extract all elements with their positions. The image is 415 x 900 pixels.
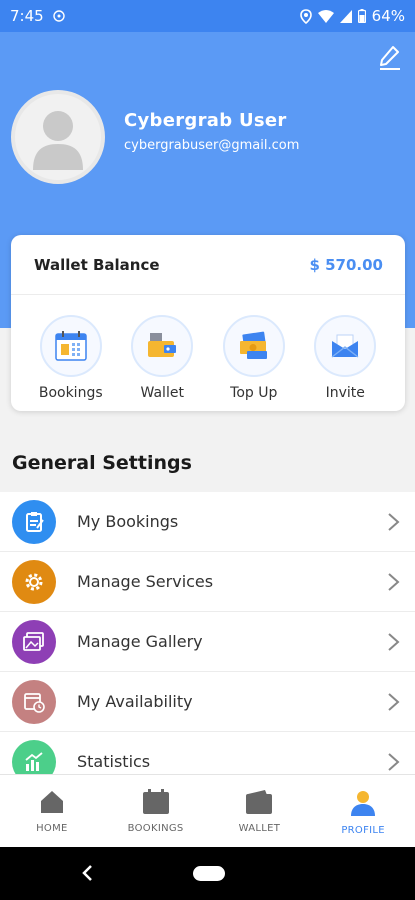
quick-actions: Bookings Wallet Top Up Invite — [11, 295, 405, 401]
chevron-right-icon — [388, 572, 400, 591]
settings-item-label: Manage Services — [77, 572, 214, 591]
settings-item-label: Manage Gallery — [77, 632, 203, 651]
wallet-icon — [246, 790, 273, 814]
battery-level: 64% — [371, 7, 405, 25]
chevron-right-icon — [388, 632, 400, 651]
edit-profile-button[interactable] — [375, 44, 405, 74]
wifi-icon — [317, 9, 334, 23]
pencil-icon — [378, 44, 402, 74]
calendar-clock-icon — [12, 679, 56, 724]
chevron-right-icon — [388, 752, 400, 771]
bottom-nav: HOME BOOKINGS WALLET PROFILE — [0, 774, 415, 847]
settings-item-label: My Bookings — [77, 512, 179, 531]
signal-icon — [339, 9, 352, 23]
settings-item-statistics[interactable]: Statistics — [0, 732, 415, 774]
chevron-right-icon — [388, 512, 400, 531]
money-icon — [222, 315, 285, 377]
avatar[interactable] — [11, 90, 105, 184]
settings-item-my-bookings[interactable]: My Bookings — [0, 492, 415, 552]
settings-item-my-availability[interactable]: My Availability — [0, 672, 415, 732]
settings-list: My Bookings Manage Services Manage Galle… — [0, 492, 415, 774]
nav-label: WALLET — [238, 823, 281, 834]
quick-action-label: Bookings — [38, 385, 103, 401]
user-silhouette-icon — [33, 111, 83, 170]
chart-icon — [12, 739, 56, 774]
nav-item-bookings[interactable]: BOOKINGS — [104, 775, 208, 847]
calendar-icon — [39, 315, 102, 377]
status-bar: 7:45 64% — [0, 0, 415, 32]
bookings-icon — [142, 789, 169, 814]
user-name: Cybergrab User — [124, 110, 287, 131]
status-time: 7:45 — [10, 7, 44, 25]
quick-action-label: Top Up — [230, 385, 278, 401]
sync-icon — [52, 10, 66, 22]
wallet-balance-label: Wallet Balance — [34, 255, 160, 274]
nav-label: HOME — [36, 823, 68, 834]
quick-action-label: Wallet — [140, 385, 184, 401]
quick-action-bookings[interactable]: Bookings — [25, 315, 117, 401]
nav-label: PROFILE — [341, 825, 385, 836]
system-nav-bar — [0, 847, 415, 900]
quick-action-label: Invite — [325, 385, 365, 401]
quick-action-wallet[interactable]: Wallet — [117, 315, 209, 401]
nav-item-profile[interactable]: PROFILE — [311, 775, 415, 847]
gallery-icon — [12, 619, 56, 664]
quick-action-invite[interactable]: Invite — [300, 315, 392, 401]
chevron-right-icon — [388, 692, 400, 711]
wallet-balance-amount: $ 570.00 — [309, 255, 383, 274]
gear-icon — [12, 559, 56, 604]
section-title: General Settings — [12, 452, 192, 474]
nav-label: BOOKINGS — [127, 823, 184, 834]
profile-icon — [351, 791, 376, 816]
location-icon — [299, 8, 312, 24]
quick-action-top-up[interactable]: Top Up — [208, 315, 300, 401]
settings-item-manage-gallery[interactable]: Manage Gallery — [0, 612, 415, 672]
wallet-balance-row: Wallet Balance $ 570.00 — [11, 235, 405, 295]
battery-icon — [357, 9, 366, 23]
settings-item-label: Statistics — [77, 752, 151, 771]
settings-item-label: My Availability — [77, 692, 193, 711]
wallet-card: Wallet Balance $ 570.00 Bookings Wallet … — [11, 235, 405, 411]
envelope-icon — [314, 315, 377, 377]
wallet-icon — [131, 315, 194, 377]
home-pill-button[interactable] — [193, 866, 225, 881]
user-email: cybergrabuser@gmail.com — [124, 138, 300, 153]
back-icon[interactable] — [78, 863, 98, 883]
settings-item-manage-services[interactable]: Manage Services — [0, 552, 415, 612]
nav-item-wallet[interactable]: WALLET — [208, 775, 312, 847]
clipboard-icon — [12, 499, 56, 544]
home-icon — [40, 791, 63, 813]
nav-item-home[interactable]: HOME — [0, 775, 104, 847]
